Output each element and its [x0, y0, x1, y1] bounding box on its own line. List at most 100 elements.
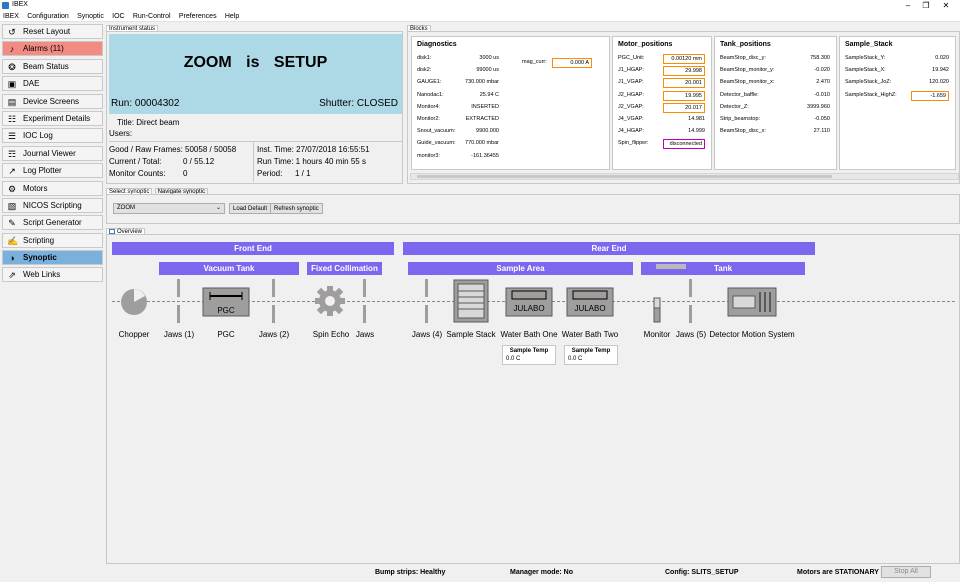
sidebar-reset-layout[interactable]: ↺ Reset Layout [2, 24, 103, 39]
refresh-synoptic-button[interactable]: Refresh synoptic [270, 203, 323, 214]
water-bath-two-icon[interactable]: JULABO [566, 287, 614, 317]
block-name: BeamStop_disc_x: [720, 128, 766, 135]
group-title: Diagnostics [417, 41, 457, 48]
block-value: -0.050 [814, 116, 830, 122]
menu-ibex[interactable]: IBEX [0, 11, 22, 22]
water-bath-two-temp-box: Sample Temp 0.0 C [564, 345, 618, 365]
block-value: 3000 us [479, 55, 499, 61]
restore-icon[interactable]: ❐ [918, 0, 934, 11]
label-water-bath-one: Water Bath One [500, 330, 558, 339]
synoptic-select[interactable]: ZOOM ⌄ [113, 203, 225, 214]
chevron-down-icon: ⌄ [215, 205, 221, 211]
block-value: 25.94 C [479, 91, 499, 98]
minimize-icon[interactable]: – [900, 0, 916, 11]
menu-ioc[interactable]: IOC [109, 11, 127, 22]
current-label: Current / Total: [109, 157, 162, 166]
jaws-2-icon [272, 305, 275, 323]
sidebar-nicos-scripting[interactable]: ▧ NICOS Scripting [2, 197, 103, 213]
pv-label: Sample Temp [571, 348, 611, 354]
sidebar-experiment-details[interactable]: ☷ Experiment Details [2, 110, 103, 126]
block-name: BeamStop_monitor_y: [720, 67, 775, 74]
block-name: SampleStack_Y: [845, 55, 886, 61]
menu-configuration[interactable]: Configuration [24, 11, 72, 22]
block-name: GAUGE1: [417, 79, 442, 86]
block-value: disconnected [663, 139, 705, 150]
close-icon[interactable]: ✕ [938, 0, 954, 11]
scrollbar-thumb[interactable] [417, 175, 832, 178]
sidebar-scripting[interactable]: ✍ Scripting [2, 232, 103, 248]
water-bath-one-icon[interactable]: JULABO [505, 287, 553, 317]
reset-icon: ↺ [8, 27, 16, 37]
block-name: Nanodac1: [417, 91, 444, 98]
experiment-icon: ☷ [7, 113, 17, 124]
motors-icon: ⚙ [7, 183, 17, 194]
instrument-status-panel: ZOOM is SETUP Run: 00004302 Shutter: CLO… [106, 31, 403, 184]
section-fixed-collimation[interactable]: Fixed Collimation [307, 262, 382, 275]
sidebar-journal-viewer[interactable]: ☶ Journal Viewer [2, 145, 103, 161]
block-name: Detector_Z: [720, 103, 749, 110]
run-users: Users: [109, 129, 133, 138]
jaws-5-icon[interactable] [689, 279, 692, 297]
sidebar-synoptic[interactable]: ◑ Synoptic [2, 250, 103, 266]
divider [253, 142, 254, 182]
jaws-2-icon[interactable] [272, 279, 275, 297]
section-front-end[interactable]: Front End [112, 242, 394, 255]
sidebar-item-label: Reset Layout [23, 27, 71, 36]
jaws-icon[interactable] [363, 279, 366, 297]
block-value: -0.010 [814, 91, 830, 98]
block-value: 9900.000 [476, 128, 499, 135]
group-diagnostics: Diagnostics disk1: 3000 us disk2: 99000 us G… [411, 36, 610, 170]
device-icon: ▤ [7, 96, 17, 107]
scripting-icon: ✍ [7, 235, 19, 246]
config-status: Config: SLITS_SETUP [665, 569, 739, 576]
menu-help[interactable]: Help [222, 11, 242, 22]
block-value: 20.017 [663, 102, 705, 113]
bump-strips-status: Bump strips: Healthy [375, 569, 446, 576]
chopper-icon[interactable] [119, 287, 149, 317]
jaws-4-icon[interactable] [425, 279, 428, 297]
block-name: Monitor2: [417, 116, 440, 122]
sidebar-web-links[interactable]: ⇗ Web Links [2, 267, 103, 283]
block-name: SampleStack_JoZ: [845, 79, 892, 86]
block-value: 20.001 [663, 78, 705, 89]
sidebar-script-generator[interactable]: ✎ Script Generator [2, 215, 103, 231]
instrument-state-banner: ZOOM is SETUP Run: 00004302 Shutter: CLO… [109, 34, 402, 114]
block-name: disk2: [417, 67, 432, 74]
sidebar-log-plotter[interactable]: ↗ Log Plotter [2, 163, 103, 179]
detector-motion-system-icon[interactable] [727, 287, 777, 317]
block-name: Monitor4: [417, 103, 440, 110]
motors-status: Motors are STATIONARY [797, 569, 879, 576]
sidebar-alarms[interactable]: ♪ Alarms (11) [2, 41, 103, 57]
sidebar-beam-status[interactable]: ❂ Beam Status [2, 58, 103, 74]
block-value: 120.020 [929, 79, 949, 86]
menu-preferences[interactable]: Preferences [176, 11, 220, 22]
block-value: 3999.960 [807, 103, 830, 110]
blocks-horizontal-scrollbar[interactable] [410, 173, 959, 180]
block-value: -1.659 [911, 90, 949, 101]
sidebar-device-screens[interactable]: ▤ Device Screens [2, 93, 103, 109]
pv-label: Sample Temp [509, 348, 549, 354]
menu-synoptic[interactable]: Synoptic [74, 11, 107, 22]
sidebar-item-label: DAE [23, 79, 40, 89]
stop-all-button[interactable]: Stop All [881, 566, 931, 578]
sidebar-item-label: IOC Log [23, 131, 53, 141]
group-title: Tank_positions [720, 41, 771, 48]
section-rear-end[interactable]: Rear End [403, 242, 815, 255]
sidebar-dae[interactable]: ▣ DAE [2, 76, 103, 92]
section-vacuum-tank[interactable]: Vacuum Tank [159, 262, 299, 275]
monitor-icon[interactable] [653, 297, 661, 323]
pgc-icon[interactable]: PGC [202, 287, 250, 317]
spin-echo-gear-icon[interactable] [314, 285, 346, 317]
sidebar-motors[interactable]: ⚙ Motors [2, 180, 103, 196]
load-default-button[interactable]: Load Default [229, 203, 272, 214]
monitor-counts-label: Monitor Counts: [109, 169, 166, 178]
sidebar-item-label: NICOS Scripting [23, 200, 82, 210]
section-sample-area[interactable]: Sample Area [408, 262, 633, 275]
instrument-state-title: ZOOM is SETUP [183, 54, 328, 71]
block-name: Detector_baffle: [720, 91, 759, 98]
menu-run-control[interactable]: Run-Control [130, 11, 174, 22]
shutter-status: Shutter: CLOSED [319, 98, 398, 109]
jaws-1-icon[interactable] [177, 279, 180, 297]
sample-stack-icon[interactable] [453, 279, 489, 323]
sidebar-ioc-log[interactable]: ☰ IOC Log [2, 128, 103, 144]
